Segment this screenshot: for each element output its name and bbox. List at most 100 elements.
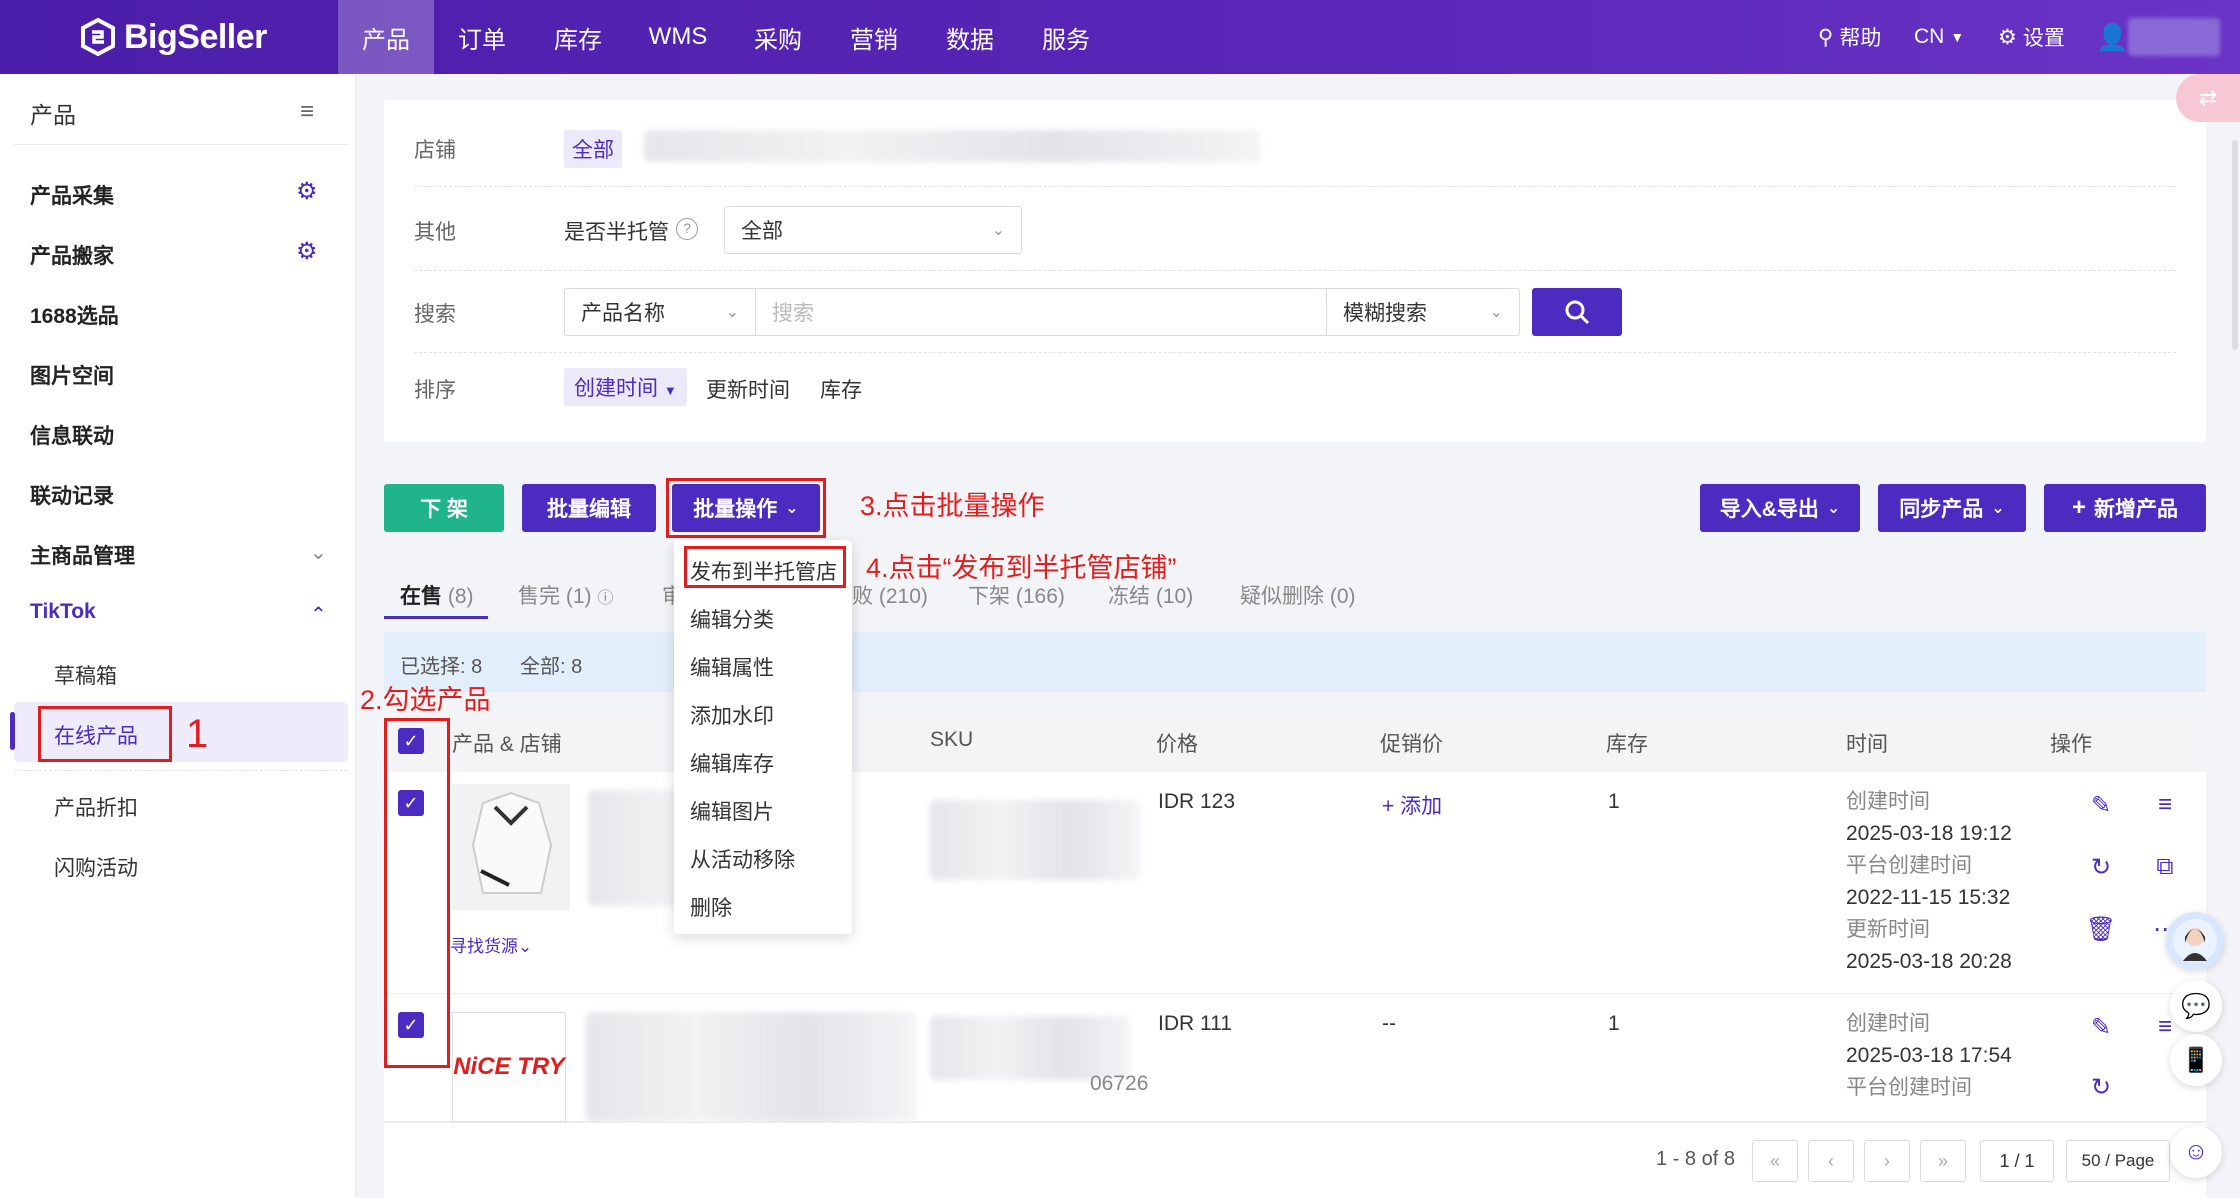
menu-item-add-watermark[interactable]: 添加水印	[690, 700, 774, 730]
copy-icon[interactable]: ⧉	[2150, 852, 2180, 882]
translate-icon[interactable]: ⇄	[2176, 74, 2240, 122]
search-button[interactable]	[1532, 288, 1622, 336]
collapse-menu-icon[interactable]: ≡	[300, 98, 314, 126]
nav-tab-wms[interactable]: WMS	[636, 0, 720, 74]
logo-mark-icon	[81, 18, 115, 56]
chevron-down-icon: ⌄	[518, 937, 533, 956]
chat-icon[interactable]: 💬	[2170, 980, 2222, 1032]
next-page-button[interactable]: ›	[1864, 1140, 1910, 1182]
sidebar-item-1688[interactable]: 1688选品	[30, 300, 119, 330]
price-value: IDR 123	[1158, 790, 1236, 813]
menu-item-edit-stock[interactable]: 编辑库存	[690, 748, 774, 778]
sidebar-subitem-flash-sale[interactable]: 闪购活动	[54, 852, 138, 882]
last-page-button[interactable]: »	[1920, 1140, 1966, 1182]
menu-item-remove-from-campaign[interactable]: 从活动移除	[690, 844, 795, 874]
nav-tab-data[interactable]: 数据	[928, 0, 1012, 74]
product-image[interactable]	[452, 784, 570, 910]
list-icon[interactable]: ≡	[2150, 790, 2180, 820]
nav-tab-products[interactable]: 产品	[338, 0, 434, 74]
sidebar-item-image-space[interactable]: 图片空间	[30, 360, 114, 390]
first-page-button[interactable]: «	[1752, 1140, 1798, 1182]
scrollbar-thumb[interactable]	[2232, 140, 2238, 350]
settings-link[interactable]: ⚙ 设置	[1998, 0, 2065, 74]
import-export-button[interactable]: 导入&导出 ⌄	[1700, 484, 1860, 532]
store-all-chip[interactable]: 全部	[564, 130, 622, 168]
nav-tab-orders[interactable]: 订单	[440, 0, 524, 74]
chevron-up-icon[interactable]: ⌃	[310, 602, 327, 627]
find-source-link[interactable]: 寻找货源⌄	[450, 932, 532, 957]
store-list-blurred[interactable]	[644, 130, 1260, 162]
bigseller-logo[interactable]: BigSeller	[80, 16, 267, 58]
gear-icon[interactable]: ⚙	[296, 180, 320, 204]
active-tab-underline	[384, 616, 488, 619]
add-promo-link[interactable]: + 添加	[1382, 790, 1442, 820]
menu-item-edit-category[interactable]: 编辑分类	[690, 604, 774, 634]
semi-managed-select[interactable]: 全部 ⌄	[724, 206, 1022, 254]
chevron-down-icon[interactable]: ⌄	[310, 540, 327, 565]
selected-count: 已选择: 8	[400, 656, 483, 678]
help-circle-icon[interactable]: ?	[676, 218, 698, 240]
agent-avatar-icon	[2173, 919, 2217, 963]
sidebar-divider	[14, 144, 348, 145]
gear-icon[interactable]: ⚙	[296, 240, 320, 264]
sync-products-button[interactable]: 同步产品 ⌄	[1878, 484, 2026, 532]
support-agent-avatar[interactable]	[2166, 912, 2224, 970]
sidebar-item-tiktok[interactable]: TikTok	[30, 600, 96, 624]
sort-updated-time[interactable]: 更新时间	[706, 374, 790, 404]
page-size-select[interactable]: 50 / Page	[2066, 1140, 2170, 1182]
user-name-blurred[interactable]	[2128, 18, 2220, 56]
nav-tab-inventory[interactable]: 库存	[536, 0, 620, 74]
nav-tab-marketing[interactable]: 营销	[832, 0, 916, 74]
menu-item-edit-attributes[interactable]: 编辑属性	[690, 652, 774, 682]
chevron-down-icon: ⌄	[1991, 500, 2005, 517]
promo-value: --	[1382, 1012, 1396, 1035]
tab-sold-out[interactable]: 售完 (1) ⓘ	[518, 580, 613, 610]
sidebar-subitem-drafts[interactable]: 草稿箱	[54, 660, 117, 690]
product-image[interactable]: NiCE TRY	[452, 1012, 566, 1122]
help-link[interactable]: ⚲ 帮助	[1818, 0, 1881, 74]
refresh-icon[interactable]: ↻	[2086, 1072, 2116, 1102]
filter-divider	[414, 352, 2176, 353]
stock-value: 1	[1608, 1012, 1620, 1035]
tab-on-sale[interactable]: 在售 (8)	[400, 580, 474, 610]
sort-stock[interactable]: 库存	[820, 374, 862, 404]
search-field-select[interactable]: 产品名称 ⌄	[564, 288, 756, 336]
sidebar-item-info-link[interactable]: 信息联动	[30, 420, 114, 450]
sidebar-item-product-move[interactable]: 产品搬家	[30, 240, 114, 270]
delist-button[interactable]: 下 架	[384, 484, 504, 532]
search-mode-select[interactable]: 模糊搜索 ⌄	[1326, 288, 1520, 336]
chevron-down-icon: ⌄	[1826, 500, 1841, 517]
page-indicator[interactable]: 1 / 1	[1980, 1140, 2054, 1182]
time-info: 创建时间 2025-03-18 19:12 平台创建时间 2022-11-15 …	[1846, 790, 2012, 973]
language-selector[interactable]: CN ▼	[1914, 0, 1964, 74]
annotation-step-1: 1	[186, 712, 209, 756]
time-info: 创建时间 2025-03-18 17:54 平台创建时间	[1846, 1012, 2012, 1099]
nav-tab-services[interactable]: 服务	[1024, 0, 1108, 74]
menu-item-edit-images[interactable]: 编辑图片	[690, 796, 774, 826]
sidebar-item-product-collect[interactable]: 产品采集	[30, 180, 114, 210]
edit-icon[interactable]: ✎	[2086, 790, 2116, 820]
caret-down-icon: ▼	[663, 383, 677, 398]
batch-edit-button[interactable]: 批量编辑	[522, 484, 656, 532]
refresh-icon[interactable]: ↻	[2086, 852, 2116, 882]
nav-tab-purchase[interactable]: 采购	[736, 0, 820, 74]
total-count: 全部: 8	[520, 656, 583, 678]
sidebar-subitem-discount[interactable]: 产品折扣	[54, 792, 138, 822]
price-value: IDR 111	[1158, 1012, 1232, 1035]
add-product-button[interactable]: + 新增产品	[2044, 484, 2206, 532]
top-navigation-bar	[0, 0, 2240, 74]
user-icon[interactable]: 👤	[2096, 0, 2128, 74]
mobile-icon[interactable]: 📱	[2170, 1034, 2222, 1086]
delete-icon[interactable]: 🗑	[2086, 914, 2116, 944]
sidebar-item-main-product[interactable]: 主商品管理	[30, 540, 135, 570]
column-header-product: 产品 & 店铺	[452, 733, 562, 756]
search-input[interactable]: 搜索	[755, 288, 1327, 336]
sort-created-time[interactable]: 创建时间 ▼	[564, 368, 687, 406]
prev-page-button[interactable]: ‹	[1808, 1140, 1854, 1182]
edit-icon[interactable]: ✎	[2086, 1012, 2116, 1042]
tab-suspected-deleted[interactable]: 疑似删除 (0)	[1240, 580, 1356, 610]
menu-item-delete[interactable]: 删除	[690, 892, 732, 922]
feedback-smile-icon[interactable]: ☺	[2170, 1126, 2222, 1178]
sidebar-item-link-records[interactable]: 联动记录	[30, 480, 114, 510]
store-label: 店铺	[414, 139, 456, 162]
